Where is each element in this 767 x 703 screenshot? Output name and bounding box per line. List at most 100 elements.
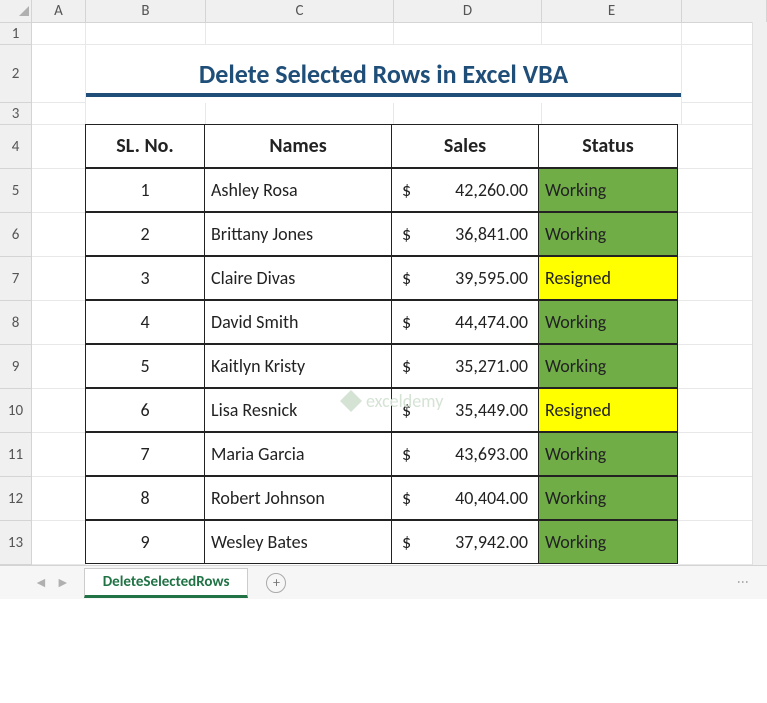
cell-name[interactable]: Kaitlyn Kristy [204, 344, 392, 388]
currency-symbol: $ [398, 443, 411, 465]
cell[interactable] [86, 103, 206, 125]
cell-sales[interactable]: $40,404.00 [391, 476, 539, 520]
column-header[interactable]: C [206, 0, 394, 22]
column-header-row: A B C D E [0, 0, 767, 23]
sales-amount: 37,942.00 [455, 531, 532, 553]
cell[interactable] [32, 257, 86, 301]
column-header[interactable]: E [542, 0, 682, 22]
row-header[interactable]: 6 [0, 213, 32, 257]
row-header[interactable]: 8 [0, 301, 32, 345]
grid-area[interactable]: Delete Selected Rows in Excel VBA SL. No.… [32, 23, 767, 565]
cell[interactable] [32, 213, 86, 257]
cell[interactable] [542, 23, 682, 45]
sales-amount: 35,449.00 [455, 399, 532, 421]
tab-next-icon[interactable]: ► [56, 574, 70, 591]
cell[interactable] [394, 23, 542, 45]
cell[interactable] [206, 103, 394, 125]
sheet-tab-active[interactable]: DeleteSelectedRows [84, 568, 249, 598]
cell[interactable] [32, 433, 86, 477]
cell[interactable] [32, 23, 86, 45]
row-header[interactable]: 11 [0, 433, 32, 477]
cell[interactable] [32, 477, 86, 521]
cell[interactable] [32, 301, 86, 345]
cell-sl[interactable]: 7 [85, 432, 205, 476]
cell[interactable] [32, 45, 86, 103]
cell-status[interactable]: Working [538, 520, 678, 564]
cell-name[interactable]: Robert Johnson [204, 476, 392, 520]
sales-amount: 42,260.00 [455, 179, 532, 201]
cell[interactable] [32, 103, 86, 125]
cell-status[interactable]: Working [538, 212, 678, 256]
cell-name[interactable]: Lisa Resnick [204, 388, 392, 432]
cell-sl[interactable]: 6 [85, 388, 205, 432]
cell[interactable] [206, 23, 394, 45]
cell-sales[interactable]: $37,942.00 [391, 520, 539, 564]
cell-sales[interactable]: $42,260.00 [391, 168, 539, 212]
cell-name[interactable]: David Smith [204, 300, 392, 344]
currency-symbol: $ [398, 267, 411, 289]
tab-nav: ◄ ► [34, 574, 70, 591]
column-header[interactable]: D [394, 0, 542, 22]
cell[interactable] [542, 103, 682, 125]
cell-status[interactable]: Working [538, 344, 678, 388]
sheet-tab-bar: ◄ ► DeleteSelectedRows + ⋮ [0, 565, 767, 599]
cell-status[interactable]: Resigned [538, 256, 678, 300]
table-header-sl[interactable]: SL. No. [85, 124, 205, 168]
cell-sl[interactable]: 4 [85, 300, 205, 344]
cell-sales[interactable]: $39,595.00 [391, 256, 539, 300]
cell[interactable] [86, 23, 206, 45]
currency-symbol: $ [398, 223, 411, 245]
cell-sl[interactable]: 9 [85, 520, 205, 564]
tab-prev-icon[interactable]: ◄ [34, 574, 48, 591]
cell-status[interactable]: Resigned [538, 388, 678, 432]
select-all-corner[interactable] [0, 0, 32, 22]
row-header[interactable]: 4 [0, 125, 32, 169]
cell-status[interactable]: Working [538, 168, 678, 212]
vertical-scrollbar[interactable] [752, 22, 767, 565]
page-title[interactable]: Delete Selected Rows in Excel VBA [86, 45, 682, 103]
column-header[interactable]: B [86, 0, 206, 22]
cell-sl[interactable]: 8 [85, 476, 205, 520]
cell-sl[interactable]: 5 [85, 344, 205, 388]
row-header[interactable]: 3 [0, 103, 32, 125]
row-header[interactable]: 12 [0, 477, 32, 521]
column-header[interactable]: A [32, 0, 86, 22]
cell-sl[interactable]: 1 [85, 168, 205, 212]
table-header-status[interactable]: Status [538, 124, 678, 168]
row-header[interactable]: 7 [0, 257, 32, 301]
cell[interactable] [394, 103, 542, 125]
cell[interactable] [32, 125, 86, 169]
title-underline [86, 93, 681, 97]
cell-sales[interactable]: $35,449.00 [391, 388, 539, 432]
cell-status[interactable]: Working [538, 432, 678, 476]
cell-name[interactable]: Brittany Jones [204, 212, 392, 256]
cell[interactable] [32, 345, 86, 389]
cell-sl[interactable]: 2 [85, 212, 205, 256]
table-header-names[interactable]: Names [204, 124, 392, 168]
cell-sales[interactable]: $35,271.00 [391, 344, 539, 388]
row-header[interactable]: 9 [0, 345, 32, 389]
cell-name[interactable]: Ashley Rosa [204, 168, 392, 212]
cell[interactable] [32, 389, 86, 433]
tab-options-icon[interactable]: ⋮ [735, 576, 749, 589]
row-header[interactable]: 2 [0, 45, 32, 103]
add-sheet-button[interactable]: + [266, 573, 286, 593]
cell-name[interactable]: Claire Divas [204, 256, 392, 300]
row-header[interactable]: 13 [0, 521, 32, 565]
currency-symbol: $ [398, 399, 411, 421]
row-header[interactable]: 10 [0, 389, 32, 433]
cell[interactable] [32, 521, 86, 565]
table-header-sales[interactable]: Sales [391, 124, 539, 168]
cell-sales[interactable]: $43,693.00 [391, 432, 539, 476]
cell[interactable] [32, 169, 86, 213]
cell-status[interactable]: Working [538, 300, 678, 344]
row-header[interactable]: 5 [0, 169, 32, 213]
cell-sales[interactable]: $36,841.00 [391, 212, 539, 256]
cell-sl[interactable]: 3 [85, 256, 205, 300]
currency-symbol: $ [398, 311, 411, 333]
cell-name[interactable]: Maria Garcia [204, 432, 392, 476]
cell-status[interactable]: Working [538, 476, 678, 520]
cell-name[interactable]: Wesley Bates [204, 520, 392, 564]
row-header[interactable]: 1 [0, 23, 32, 45]
cell-sales[interactable]: $44,474.00 [391, 300, 539, 344]
